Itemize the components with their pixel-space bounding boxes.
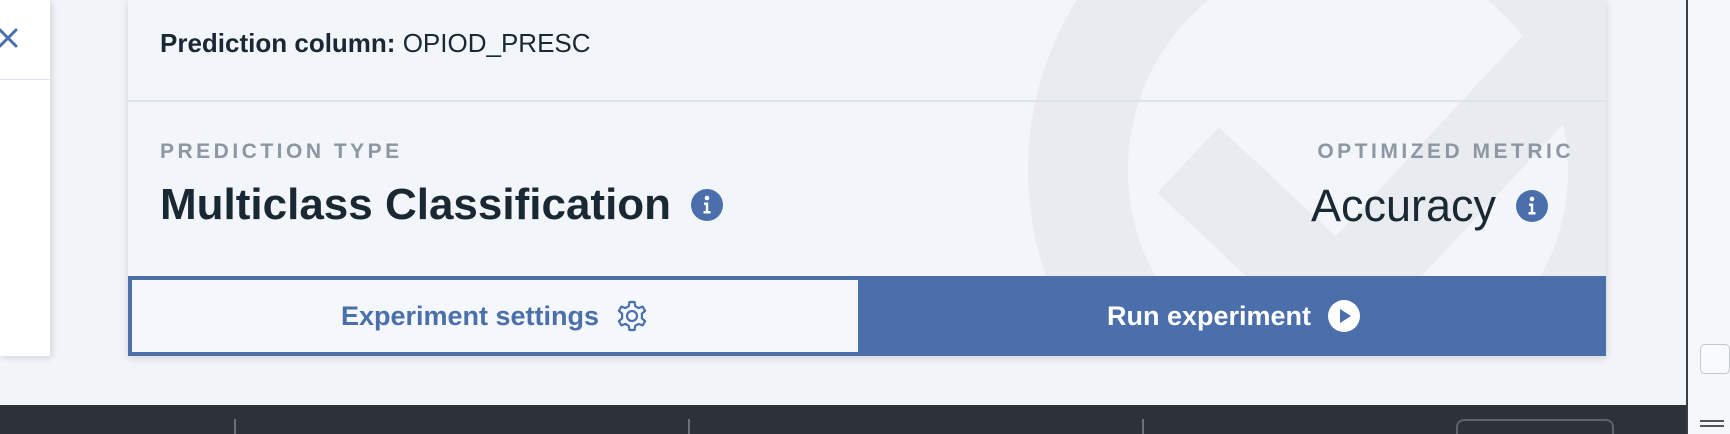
toolbar-separator — [688, 419, 690, 434]
window-edge-separator — [1686, 0, 1688, 434]
card-divider — [128, 100, 1606, 102]
experiment-settings-button[interactable]: Experiment settings — [128, 276, 862, 356]
optimized-metric: Accuracy — [1311, 180, 1548, 232]
info-icon[interactable] — [1516, 190, 1548, 222]
run-experiment-button[interactable]: Run experiment — [862, 276, 1606, 356]
experiment-summary-card: Prediction column: OPIOD_PRESC PREDICTIO… — [128, 0, 1606, 356]
window-edge — [1686, 0, 1730, 434]
prediction-column-label: Prediction column: — [160, 28, 396, 58]
prediction-column: Prediction column: OPIOD_PRESC — [160, 28, 591, 59]
play-icon — [1328, 300, 1361, 332]
scrollbar-thumb[interactable] — [1700, 344, 1730, 374]
toolbar-separator — [1142, 419, 1144, 434]
prediction-type: Multiclass Classification — [160, 180, 724, 230]
optimized-metric-value: Accuracy — [1310, 180, 1496, 231]
info-icon[interactable] — [691, 189, 724, 221]
gear-icon — [617, 300, 647, 332]
toolbar-tab[interactable] — [1456, 419, 1614, 434]
panel-divider — [0, 79, 50, 80]
optimized-metric-heading: OPTIMIZED METRIC — [1317, 140, 1574, 163]
resize-handle-icon[interactable] — [1700, 420, 1724, 430]
prediction-type-heading: PREDICTION TYPE — [160, 140, 403, 163]
page: Prediction column: OPIOD_PRESC PREDICTIO… — [0, 0, 1730, 434]
side-panel — [0, 0, 50, 356]
prediction-column-value: OPIOD_PRESC — [402, 28, 591, 58]
toolbar-separator — [234, 419, 236, 434]
prediction-type-value: Multiclass Classification — [160, 180, 672, 229]
close-icon[interactable] — [0, 24, 24, 52]
run-experiment-label: Run experiment — [1106, 300, 1312, 331]
bottom-toolbar — [0, 405, 1686, 434]
experiment-settings-label: Experiment settings — [340, 300, 600, 331]
